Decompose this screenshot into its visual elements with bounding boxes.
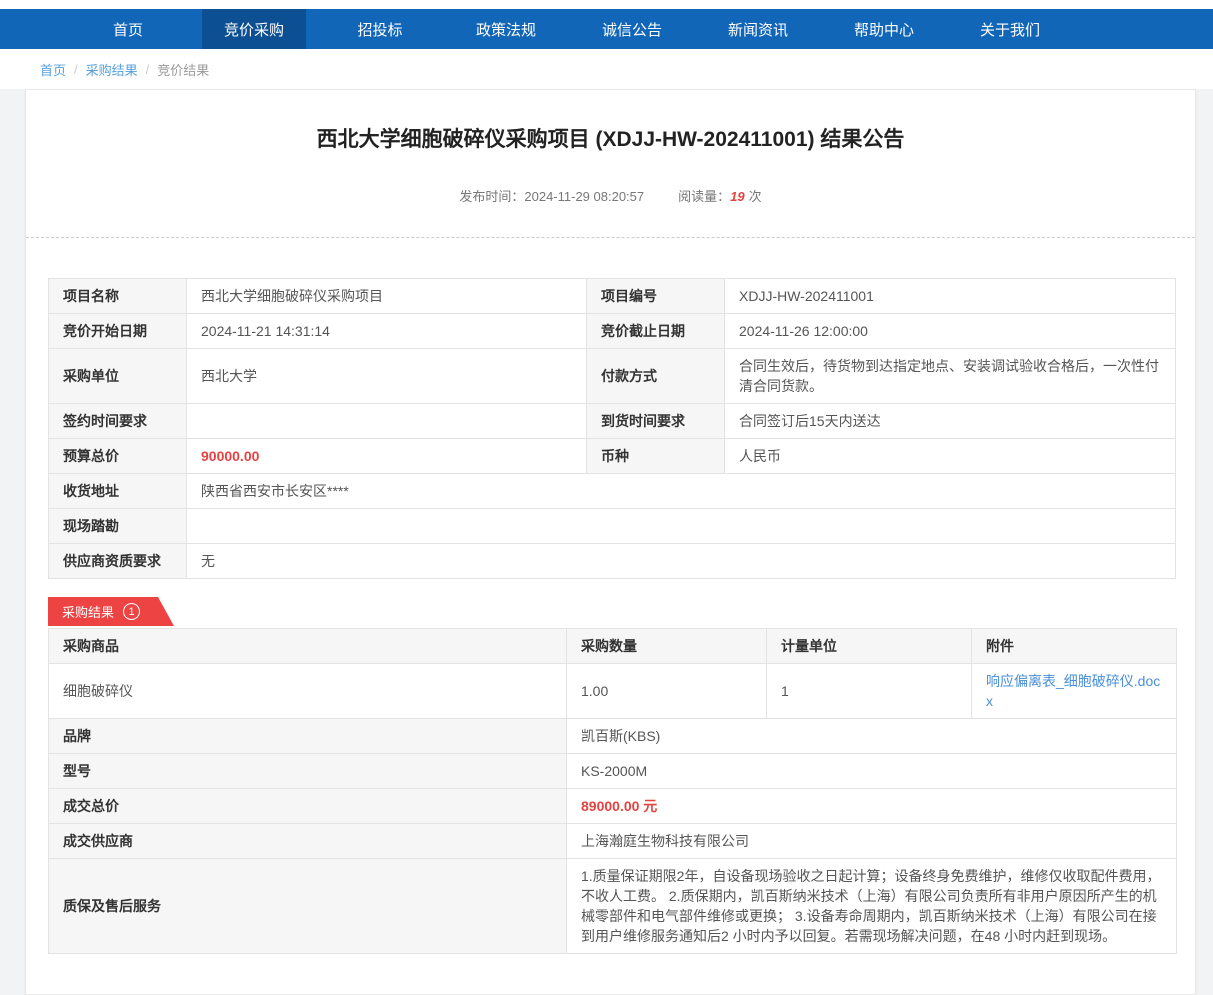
nav-item-tender[interactable]: 招投标 — [328, 9, 432, 49]
table-row: 竞价开始日期 2024-11-21 14:31:14 竞价截止日期 2024-1… — [49, 314, 1176, 349]
field-value: 合同生效后，待货物到达指定地点、安装调试验收合格后，一次性付清合同货款。 — [725, 349, 1176, 404]
field-value: 西北大学细胞破碎仪采购项目 — [187, 279, 587, 314]
article-meta: 发布时间：2024-11-29 08:20:57 阅读量：19 次 — [26, 186, 1195, 205]
table-row: 成交供应商 上海瀚庭生物科技有限公司 — [49, 824, 1177, 859]
table-header-row: 采购商品 采购数量 计量单位 附件 — [49, 629, 1177, 664]
field-label: 采购单位 — [49, 349, 187, 404]
brand-value: 凯百斯(KBS) — [567, 719, 1177, 754]
field-label: 到货时间要求 — [587, 404, 725, 439]
goods-name: 细胞破碎仪 — [49, 664, 567, 719]
table-row: 项目名称 西北大学细胞破碎仪采购项目 项目编号 XDJJ-HW-20241100… — [49, 279, 1176, 314]
table-row: 签约时间要求 到货时间要求 合同签订后15天内送达 — [49, 404, 1176, 439]
procurement-result-table: 采购商品 采购数量 计量单位 附件 细胞破碎仪 1.00 1 响应偏离表_细胞破… — [48, 628, 1177, 954]
field-value: 陕西省西安市长安区**** — [187, 474, 1176, 509]
winning-supplier-value: 上海瀚庭生物科技有限公司 — [567, 824, 1177, 859]
field-value: XDJJ-HW-202411001 — [725, 279, 1176, 314]
breadcrumb-separator: / — [146, 62, 150, 77]
project-info-table: 项目名称 西北大学细胞破碎仪采购项目 项目编号 XDJJ-HW-20241100… — [48, 278, 1176, 579]
breadcrumb-home[interactable]: 首页 — [40, 60, 66, 79]
field-label: 付款方式 — [587, 349, 725, 404]
announcement-card: 西北大学细胞破碎仪采购项目 (XDJJ-HW-202411001) 结果公告 发… — [25, 89, 1196, 995]
card-content: 项目名称 西北大学细胞破碎仪采购项目 项目编号 XDJJ-HW-20241100… — [26, 238, 1195, 994]
field-label: 竞价截止日期 — [587, 314, 725, 349]
main-navigation: 首页 竞价采购 招投标 政策法规 诚信公告 新闻资讯 帮助中心 关于我们 — [0, 9, 1213, 49]
field-label: 竞价开始日期 — [49, 314, 187, 349]
table-row: 品牌 凯百斯(KBS) — [49, 719, 1177, 754]
warranty-service-value: 1.质量保证期限2年，自设备现场验收之日起计算；设备终身免费维护，维修仅收取配件… — [567, 859, 1177, 954]
nav-item-policy[interactable]: 政策法规 — [454, 9, 558, 49]
goods-quantity: 1.00 — [567, 664, 767, 719]
field-value — [187, 509, 1176, 544]
column-header-attachment: 附件 — [972, 629, 1177, 664]
field-label: 项目编号 — [587, 279, 725, 314]
field-label: 成交供应商 — [49, 824, 567, 859]
nav-item-news[interactable]: 新闻资讯 — [706, 9, 810, 49]
goods-unit: 1 — [767, 664, 972, 719]
views-label: 阅读量： — [678, 189, 730, 204]
table-row: 成交总价 89000.00 元 — [49, 789, 1177, 824]
views-unit: 次 — [749, 189, 762, 204]
field-value: 西北大学 — [187, 349, 587, 404]
breadcrumb: 首页 / 采购结果 / 竞价结果 — [0, 49, 1213, 89]
column-header-goods: 采购商品 — [49, 629, 567, 664]
field-label: 型号 — [49, 754, 567, 789]
nav-item-about-us[interactable]: 关于我们 — [958, 9, 1062, 49]
table-row: 收货地址 陕西省西安市长安区**** — [49, 474, 1176, 509]
field-label: 项目名称 — [49, 279, 187, 314]
table-row: 采购单位 西北大学 付款方式 合同生效后，待货物到达指定地点、安装调试验收合格后… — [49, 349, 1176, 404]
breadcrumb-separator: / — [74, 62, 78, 77]
nav-item-home[interactable]: 首页 — [76, 9, 180, 49]
attachment-link[interactable]: 响应偏离表_细胞破碎仪.docx — [986, 673, 1160, 709]
field-label: 品牌 — [49, 719, 567, 754]
publish-time-value: 2024-11-29 08:20:57 — [524, 189, 644, 204]
field-label: 现场踏勘 — [49, 509, 187, 544]
nav-item-integrity-notice[interactable]: 诚信公告 — [580, 9, 684, 49]
field-label: 质保及售后服务 — [49, 859, 567, 954]
badge-label: 采购结果 — [62, 602, 114, 621]
field-value: 无 — [187, 544, 1176, 579]
top-strip — [0, 0, 1213, 9]
field-value: 2024-11-26 12:00:00 — [725, 314, 1176, 349]
model-value: KS-2000M — [567, 754, 1177, 789]
field-label: 币种 — [587, 439, 725, 474]
column-header-quantity: 采购数量 — [567, 629, 767, 664]
page-title: 西北大学细胞破碎仪采购项目 (XDJJ-HW-202411001) 结果公告 — [26, 126, 1195, 154]
breadcrumb-current-bidding-results: 竞价结果 — [157, 60, 209, 79]
field-label: 签约时间要求 — [49, 404, 187, 439]
table-row: 现场踏勘 — [49, 509, 1176, 544]
field-label: 收货地址 — [49, 474, 187, 509]
field-label: 供应商资质要求 — [49, 544, 187, 579]
table-row: 供应商资质要求 无 — [49, 544, 1176, 579]
budget-total-price: 90000.00 — [187, 439, 587, 474]
field-value: 合同签订后15天内送达 — [725, 404, 1176, 439]
field-value: 人民币 — [725, 439, 1176, 474]
field-label: 预算总价 — [49, 439, 187, 474]
table-row: 质保及售后服务 1.质量保证期限2年，自设备现场验收之日起计算；设备终身免费维护… — [49, 859, 1177, 954]
nav-item-help-center[interactable]: 帮助中心 — [832, 9, 936, 49]
procurement-result-section: 采购结果 1 采购商品 采购数量 计量单位 附件 细胞破碎仪 1.00 1 响应… — [48, 597, 1174, 954]
table-row: 型号 KS-2000M — [49, 754, 1177, 789]
views-count: 19 — [730, 189, 744, 204]
publish-time-label: 发布时间： — [459, 189, 524, 204]
field-value: 2024-11-21 14:31:14 — [187, 314, 587, 349]
field-label: 成交总价 — [49, 789, 567, 824]
nav-item-bidding-purchase[interactable]: 竞价采购 — [202, 9, 306, 49]
table-row: 细胞破碎仪 1.00 1 响应偏离表_细胞破碎仪.docx — [49, 664, 1177, 719]
column-header-unit: 计量单位 — [767, 629, 972, 664]
breadcrumb-procurement-results[interactable]: 采购结果 — [86, 60, 138, 79]
procurement-result-badge: 采购结果 1 — [48, 597, 174, 626]
field-value — [187, 404, 587, 439]
deal-total-price: 89000.00 元 — [567, 789, 1177, 824]
table-row: 预算总价 90000.00 币种 人民币 — [49, 439, 1176, 474]
badge-count: 1 — [123, 603, 140, 620]
